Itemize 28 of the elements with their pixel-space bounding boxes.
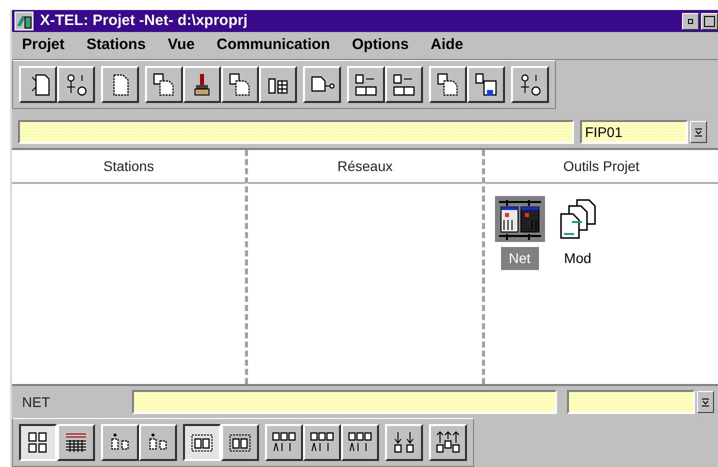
minimize-icon (688, 18, 693, 24)
menu-item[interactable]: Vue (168, 34, 195, 57)
network-icon[interactable] (494, 196, 545, 242)
status-field[interactable] (132, 390, 557, 414)
status-combo[interactable] (567, 390, 695, 414)
tool-label[interactable]: Mod (556, 247, 600, 270)
column-header: Stations (103, 156, 154, 176)
maximize-icon (704, 16, 715, 26)
column-header: Réseaux (337, 156, 393, 176)
status-label: NET (22, 392, 51, 412)
menu-item[interactable]: Projet (22, 34, 65, 57)
dropdown-icon (701, 398, 710, 406)
dropdown-button[interactable] (690, 121, 707, 143)
dropdown-button[interactable] (697, 391, 714, 413)
station-combo[interactable]: FIP01 (580, 120, 688, 144)
path-field[interactable] (18, 120, 574, 144)
column-header: Outils Projet (563, 156, 640, 176)
maximize-button[interactable] (701, 12, 718, 30)
tool-label[interactable]: Net (500, 247, 539, 270)
menu-item[interactable]: Aide (430, 34, 464, 57)
menu-item[interactable]: Stations (86, 34, 146, 57)
toolbar-button[interactable] (19, 424, 57, 461)
window-title: X-TEL: Projet -Net- d:\xproprj (40, 10, 248, 31)
menu-item[interactable]: Communication (216, 34, 330, 57)
menu-item[interactable]: Options (352, 34, 409, 57)
toolbar-button[interactable] (183, 424, 221, 461)
dropdown-icon (694, 128, 703, 136)
minimize-button[interactable] (682, 12, 699, 30)
